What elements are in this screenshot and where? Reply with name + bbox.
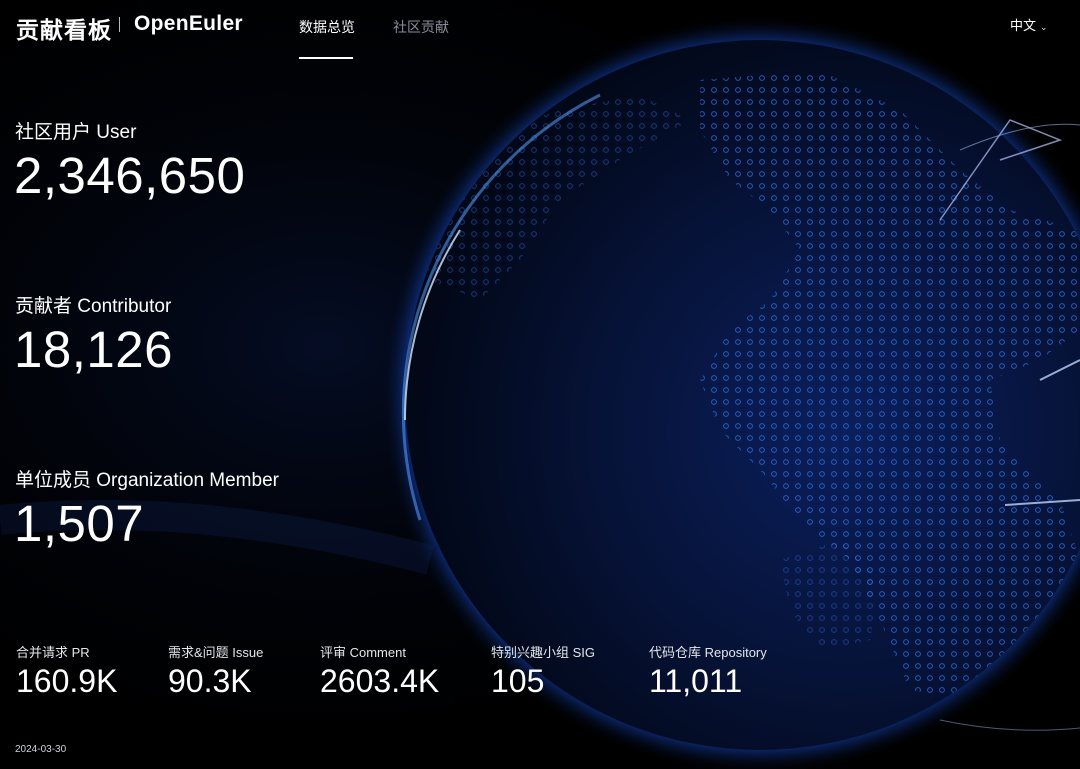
metric-value-issue: 90.3K [168,663,252,699]
data-date: 2024-03-30 [15,744,67,755]
tab-data-overview[interactable]: 数据总览 [299,17,355,37]
language-label: 中文 [1010,18,1037,33]
language-selector[interactable]: 中文 ⌄ [1010,15,1048,34]
stat-value-user: 2,346,650 [14,147,246,204]
stat-label-organization-member: 单位成员 Organization Member [15,470,279,491]
brand-divider [119,17,120,32]
board-title: 贡献看板 [16,17,112,43]
metric-label-comment: 评审 Comment [320,645,406,660]
metric-label-sig: 特别兴趣小组 SIG [491,645,596,660]
top-bar: 贡献看板 OpenEuler 数据总览 社区贡献 中文 ⌄ [0,0,1080,60]
metric-value-sig: 105 [491,663,545,699]
stat-label-contributor: 贡献者 Contributor [15,296,172,317]
chevron-down-icon: ⌄ [1040,22,1048,32]
metric-label-pr: 合并请求 PR [16,645,90,660]
stat-value-contributor: 18,126 [14,321,173,378]
metric-value-comment: 2603.4K [320,663,440,699]
openeuler-logo[interactable]: OpenEuler [134,12,243,36]
metric-label-repository: 代码仓库 Repository [649,645,767,660]
stat-value-organization-member: 1,507 [14,495,145,552]
tab-community-contribution[interactable]: 社区贡献 [393,17,449,37]
active-tab-indicator [299,57,353,59]
stat-label-user: 社区用户 User [15,122,137,143]
metric-value-repository: 11,011 [649,663,743,699]
metric-value-pr: 160.9K [16,663,118,699]
metric-label-issue: 需求&问题 Issue [168,645,264,660]
